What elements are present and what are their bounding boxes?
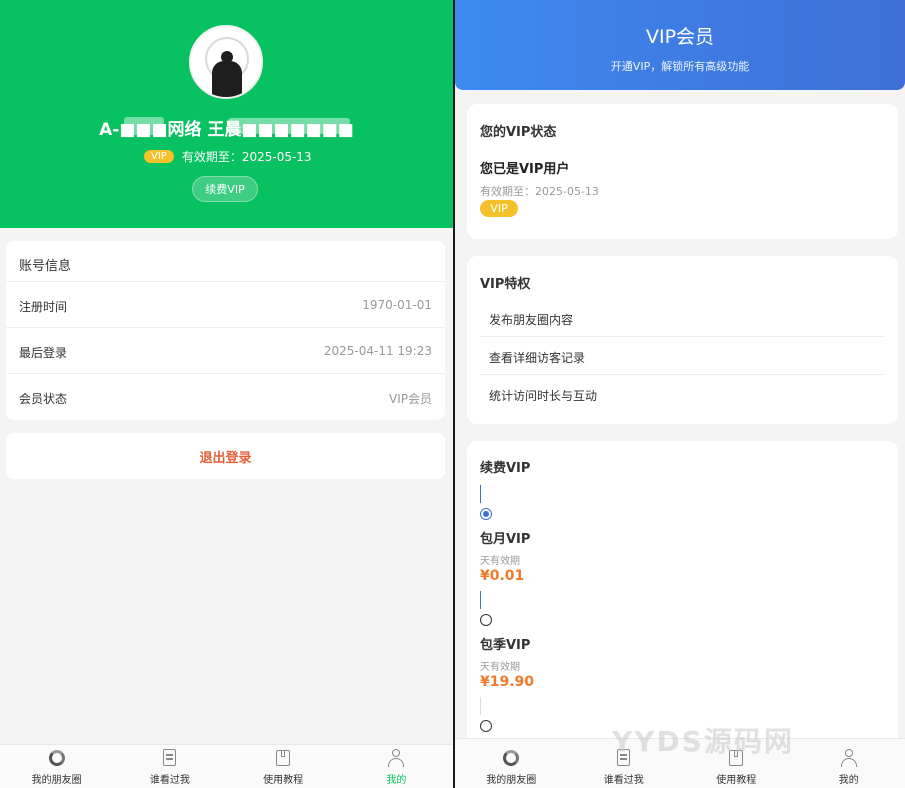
vip-expiry: 有效期至：2025-05-13 bbox=[480, 185, 599, 198]
tab-moments[interactable]: 我的朋友圈 bbox=[455, 739, 568, 788]
tab-mine[interactable]: 我的 bbox=[793, 739, 905, 788]
tab-moments[interactable]: 我的朋友圈 bbox=[0, 745, 113, 788]
account-info-title: 账号信息 bbox=[19, 259, 72, 274]
vip-expiry: 有效期至：2025-05-13 bbox=[181, 150, 312, 164]
info-row-last-login: 最后登录 2025-04-11 19:23 bbox=[6, 327, 445, 373]
bottom-tab-bar: 我的朋友圈 谁看过我 使用教程 我的 bbox=[0, 744, 453, 788]
profile-header: A-■■■网络 王晨■■■■■■■ VIP 有效期至：2025-05-13 续费… bbox=[0, 0, 453, 228]
privilege-item: 发布朋友圈内容 bbox=[480, 299, 884, 337]
vip-badge: VIP bbox=[144, 150, 174, 163]
plan-radio-next[interactable] bbox=[480, 720, 492, 732]
plan-radio-monthly[interactable] bbox=[480, 508, 492, 520]
tab-tutorial[interactable]: 使用教程 bbox=[227, 745, 340, 788]
plan-radio-quarterly[interactable] bbox=[480, 614, 492, 626]
renew-vip-card: 续费VIP 包月VIP 天有效期 ¥0.01 包季VIP 天有效期 ¥19.90 bbox=[467, 441, 898, 761]
moments-icon bbox=[47, 748, 67, 768]
plan-divider bbox=[480, 485, 481, 503]
vip-status-text: 您已是VIP用户 bbox=[480, 162, 570, 177]
vip-badge: VIP bbox=[480, 200, 518, 217]
user-icon bbox=[386, 748, 406, 768]
username: A-■■■网络 王晨■■■■■■■ bbox=[99, 120, 354, 140]
user-icon bbox=[839, 748, 859, 768]
plan-name: 包月VIP bbox=[480, 532, 531, 547]
vip-status-title: 您的VIP状态 bbox=[480, 125, 557, 140]
vip-status-line: VIP 有效期至：2025-05-13 bbox=[144, 148, 312, 165]
plan-name: 包季VIP bbox=[480, 638, 531, 653]
plan-validity: 天有效期 bbox=[480, 662, 520, 673]
app-screenshot: A-■■■网络 王晨■■■■■■■ VIP 有效期至：2025-05-13 续费… bbox=[0, 0, 905, 788]
privilege-item: 统计访问时长与互动 bbox=[489, 389, 598, 403]
plan-divider bbox=[480, 591, 481, 609]
vip-privileges-card: VIP特权 发布朋友圈内容 查看详细访客记录 统计访问时长与互动 bbox=[467, 256, 898, 424]
moments-icon bbox=[501, 748, 521, 768]
plan-validity: 天有效期 bbox=[480, 556, 520, 567]
info-row-register-time: 注册时间 1970-01-01 bbox=[6, 281, 445, 327]
profile-page: A-■■■网络 王晨■■■■■■■ VIP 有效期至：2025-05-13 续费… bbox=[0, 0, 453, 788]
redaction-blur bbox=[228, 118, 350, 134]
vip-header: VIP会员 开通VIP，解锁所有高级功能 bbox=[455, 0, 905, 90]
plan-price: ¥0.01 bbox=[480, 568, 525, 584]
watermark: YYDS源码网 bbox=[612, 725, 794, 758]
page-title: VIP会员 bbox=[645, 26, 715, 48]
logout-button[interactable]: 退出登录 bbox=[6, 433, 445, 479]
tab-mine[interactable]: 我的 bbox=[340, 745, 453, 788]
tutorial-icon bbox=[273, 748, 293, 768]
renew-vip-button[interactable]: 续费VIP bbox=[192, 176, 258, 202]
account-info-card: 账号信息 注册时间 1970-01-01 最后登录 2025-04-11 19:… bbox=[6, 241, 445, 420]
redaction-blur bbox=[124, 117, 164, 135]
plan-price: ¥19.90 bbox=[480, 674, 535, 690]
info-row-member-status: 会员状态 VIP会员 bbox=[6, 373, 445, 419]
plan-divider bbox=[480, 697, 481, 715]
vip-privileges-title: VIP特权 bbox=[480, 277, 531, 292]
vip-page: VIP会员 开通VIP，解锁所有高级功能 您的VIP状态 您已是VIP用户 有效… bbox=[455, 0, 905, 788]
visitors-icon bbox=[160, 748, 180, 768]
vip-status-card: 您的VIP状态 您已是VIP用户 有效期至：2025-05-13 VIP bbox=[467, 104, 898, 239]
privilege-item: 查看详细访客记录 bbox=[480, 337, 884, 375]
tab-visitors[interactable]: 谁看过我 bbox=[113, 745, 226, 788]
avatar[interactable] bbox=[189, 25, 263, 99]
renew-vip-title: 续费VIP bbox=[480, 461, 531, 476]
page-subtitle: 开通VIP，解锁所有高级功能 bbox=[610, 60, 750, 73]
